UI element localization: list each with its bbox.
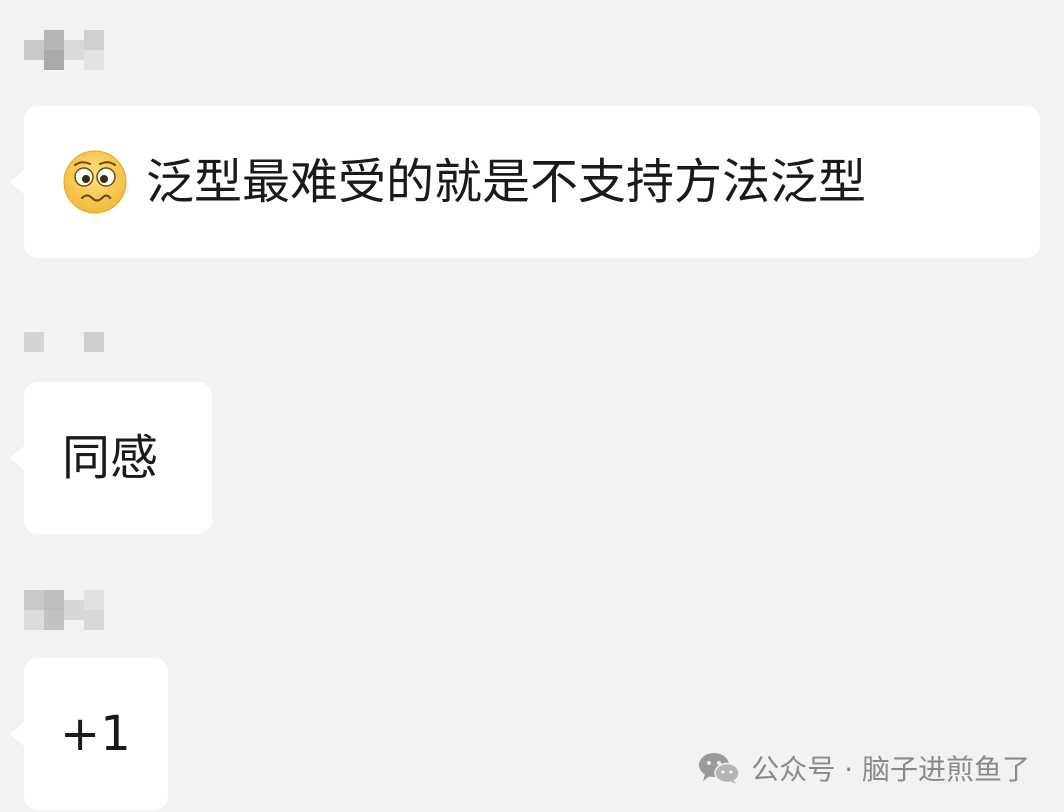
sender-avatar-blurred [24, 326, 108, 356]
chat-bubble[interactable]: 同感 [10, 382, 212, 534]
chat-bubble[interactable]: 泛型最难受的就是不支持方法泛型 [10, 106, 1040, 258]
sender-avatar-blurred [24, 590, 108, 630]
wechat-icon [699, 753, 741, 784]
chat-bubble[interactable]: +1 [10, 658, 168, 810]
watermark: 公众号 · 脑子进煎鱼了 [697, 748, 1030, 788]
woozy-face-icon [63, 150, 127, 214]
message-text: +1 [60, 706, 131, 762]
sender-avatar-blurred [24, 30, 108, 70]
watermark-text: 公众号 · 脑子进煎鱼了 [751, 753, 1030, 786]
message-text: 同感 [62, 430, 159, 486]
message-text: 泛型最难受的就是不支持方法泛型 [146, 154, 867, 210]
